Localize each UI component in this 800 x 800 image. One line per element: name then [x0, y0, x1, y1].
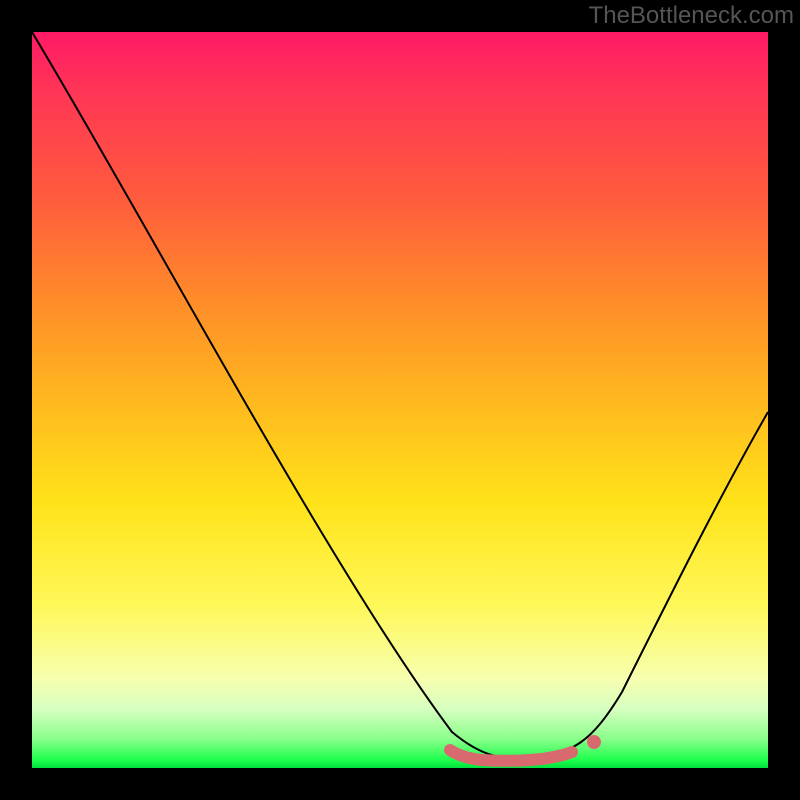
chart-svg: [32, 32, 768, 768]
optimal-range-highlight: [450, 750, 572, 761]
chart-frame: TheBottleneck.com: [0, 0, 800, 800]
optimal-marker-dot: [587, 735, 601, 749]
watermark-text: TheBottleneck.com: [589, 2, 794, 30]
bottleneck-curve-line: [32, 32, 768, 759]
plot-area: [32, 32, 768, 768]
